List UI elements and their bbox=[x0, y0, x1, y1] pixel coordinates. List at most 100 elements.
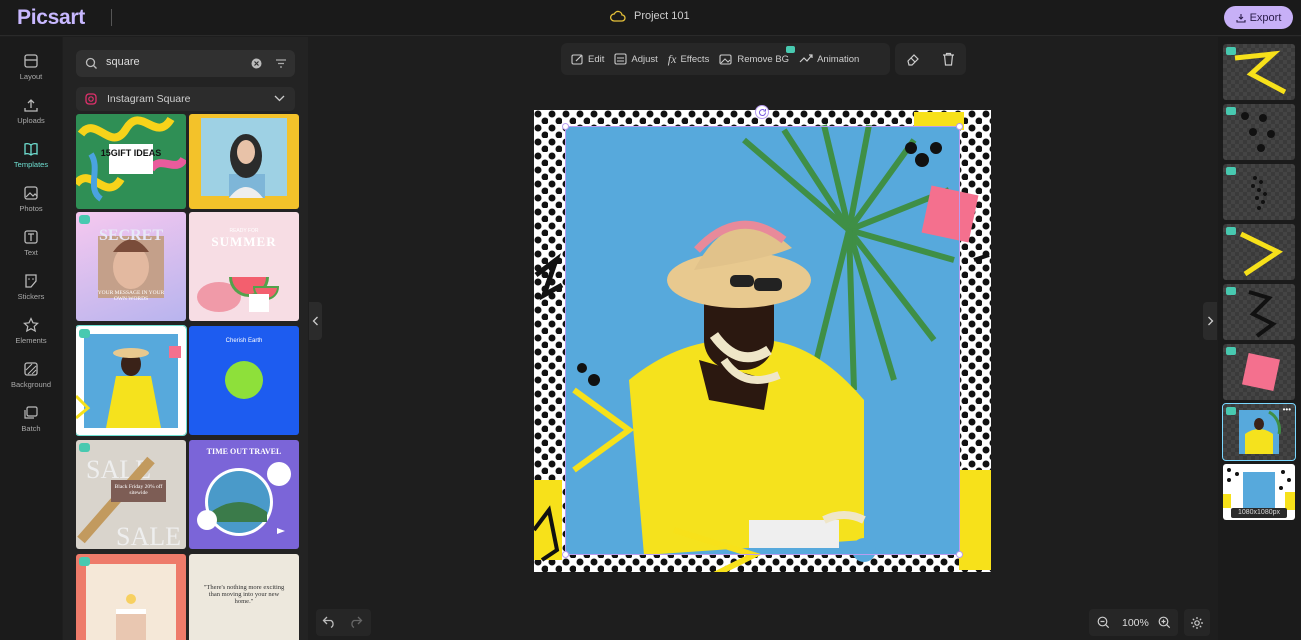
template-art bbox=[76, 334, 181, 428]
canvas-settings-button[interactable] bbox=[1184, 609, 1210, 636]
rail-item-elements[interactable]: Elements bbox=[0, 313, 62, 357]
rail-item-uploads[interactable]: Uploads bbox=[0, 93, 62, 137]
gear-icon bbox=[1191, 617, 1203, 629]
template-card[interactable]: READY FOR SUMMER bbox=[189, 212, 299, 321]
category-dropdown[interactable]: Instagram Square bbox=[76, 87, 295, 111]
left-rail: Layout Uploads Templates Photos Text Sti… bbox=[0, 37, 62, 640]
fx-icon: fx bbox=[667, 51, 677, 66]
rail-label: Uploads bbox=[17, 116, 45, 125]
layer-thumb-selected[interactable]: ••• bbox=[1222, 403, 1296, 461]
zoom-controls: 100% bbox=[1089, 609, 1178, 636]
resize-handle[interactable] bbox=[956, 123, 963, 130]
eraser-icon[interactable] bbox=[906, 52, 920, 66]
effects-tool[interactable]: fx Effects bbox=[668, 52, 710, 67]
redo-icon[interactable] bbox=[349, 616, 363, 628]
clear-icon[interactable] bbox=[251, 58, 262, 69]
rotate-icon bbox=[759, 109, 766, 116]
rail-item-layout[interactable]: Layout bbox=[0, 49, 62, 93]
template-card[interactable]: TIME OUT TRAVEL bbox=[189, 440, 299, 549]
template-art bbox=[201, 118, 287, 198]
template-card[interactable]: Cherish Earth bbox=[189, 326, 299, 435]
layer-thumb[interactable] bbox=[1223, 104, 1295, 160]
edit-toolbar: Edit Adjust fx Effects Remove BG Animati… bbox=[561, 43, 890, 75]
premium-badge bbox=[1226, 107, 1236, 115]
tool-label: Adjust bbox=[631, 53, 658, 65]
layer-thumb[interactable] bbox=[1223, 344, 1295, 400]
template-art bbox=[76, 116, 186, 202]
zoom-out-icon[interactable] bbox=[1097, 616, 1110, 629]
template-title: YOUR MESSAGE IN YOUR OWN WORDS bbox=[97, 290, 165, 302]
svg-text:SALE: SALE bbox=[116, 522, 181, 549]
tool-label: Edit bbox=[588, 53, 605, 65]
template-card[interactable]: 15GIFT IDEAS bbox=[76, 114, 186, 209]
filter-icon[interactable] bbox=[275, 58, 287, 69]
category-label: Instagram Square bbox=[107, 93, 191, 105]
premium-badge bbox=[786, 46, 796, 53]
tool-label: Remove BG bbox=[737, 53, 790, 65]
template-card[interactable] bbox=[76, 554, 186, 640]
background-icon bbox=[24, 362, 38, 376]
layer-thumb[interactable] bbox=[1223, 224, 1295, 280]
layer-thumb[interactable] bbox=[1223, 164, 1295, 220]
template-title: SUMMER bbox=[211, 234, 277, 249]
zoom-in-icon[interactable] bbox=[1158, 616, 1171, 629]
star-icon bbox=[23, 317, 39, 333]
adjust-icon bbox=[614, 53, 627, 65]
chevron-left-icon bbox=[312, 316, 318, 326]
templates-icon bbox=[24, 143, 38, 156]
canvas-size-label: 1080x1080px bbox=[1231, 508, 1287, 518]
download-icon bbox=[1236, 13, 1246, 23]
template-card[interactable]: "There's nothing more exciting than movi… bbox=[189, 554, 299, 640]
template-art bbox=[197, 462, 291, 536]
template-title: TIME OUT TRAVEL bbox=[206, 447, 282, 456]
project-title[interactable]: Project 101 bbox=[610, 10, 690, 22]
template-title: Black Friday 20% off sitewide bbox=[114, 484, 163, 496]
resize-handle[interactable] bbox=[562, 123, 569, 130]
template-card[interactable]: SECRET YOUR MESSAGE IN YOUR OWN WORDS bbox=[76, 212, 186, 321]
trash-icon[interactable] bbox=[942, 52, 955, 66]
resize-handle[interactable] bbox=[956, 551, 963, 558]
rail-item-background[interactable]: Background bbox=[0, 357, 62, 401]
zoom-level[interactable]: 100% bbox=[1122, 617, 1149, 629]
selection-frame[interactable] bbox=[565, 126, 960, 555]
top-bar: Picsart Project 101 Export bbox=[0, 0, 1301, 36]
rail-label: Layout bbox=[19, 72, 43, 81]
template-card-selected[interactable] bbox=[76, 325, 187, 436]
undo-icon[interactable] bbox=[322, 616, 336, 628]
layer-thumb[interactable] bbox=[1223, 284, 1295, 340]
chevron-down-icon bbox=[274, 95, 285, 102]
remove-bg-tool[interactable]: Remove BG bbox=[719, 46, 796, 65]
search-box[interactable] bbox=[76, 50, 295, 77]
collapse-panel-button[interactable] bbox=[309, 302, 322, 340]
premium-badge bbox=[79, 329, 90, 338]
rail-item-stickers[interactable]: Stickers bbox=[0, 269, 62, 313]
more-options-icon[interactable]: ••• bbox=[1283, 405, 1291, 414]
text-icon bbox=[24, 230, 38, 244]
search-icon bbox=[85, 57, 97, 69]
export-button[interactable]: Export bbox=[1224, 6, 1293, 29]
premium-badge bbox=[1226, 407, 1236, 415]
rail-item-photos[interactable]: Photos bbox=[0, 181, 62, 225]
resize-handle[interactable] bbox=[562, 551, 569, 558]
rail-label: Background bbox=[10, 380, 52, 389]
rotate-handle[interactable] bbox=[755, 105, 769, 119]
edit-tool[interactable]: Edit bbox=[571, 53, 604, 65]
rail-item-batch[interactable]: Batch bbox=[0, 401, 62, 445]
template-art bbox=[86, 564, 176, 640]
object-toolbar bbox=[895, 43, 966, 75]
rail-item-text[interactable]: Text bbox=[0, 225, 62, 269]
rail-item-templates[interactable]: Templates bbox=[0, 137, 62, 181]
adjust-tool[interactable]: Adjust bbox=[614, 53, 658, 65]
template-card[interactable] bbox=[189, 114, 299, 209]
template-card[interactable]: SALE SALE Black Friday 20% off sitewide bbox=[76, 440, 186, 549]
layer-thumb-background[interactable]: 1080x1080px bbox=[1223, 464, 1295, 520]
stickers-icon bbox=[25, 274, 37, 288]
layer-thumb[interactable] bbox=[1223, 44, 1295, 100]
collapse-layers-button[interactable] bbox=[1203, 302, 1217, 340]
rail-label: Batch bbox=[21, 424, 41, 433]
template-title: 15GIFT IDEAS bbox=[100, 148, 162, 158]
search-input[interactable] bbox=[106, 56, 246, 68]
animation-tool[interactable]: Animation bbox=[799, 53, 859, 65]
premium-badge bbox=[1226, 287, 1236, 295]
picsart-logo[interactable]: Picsart bbox=[17, 6, 85, 30]
